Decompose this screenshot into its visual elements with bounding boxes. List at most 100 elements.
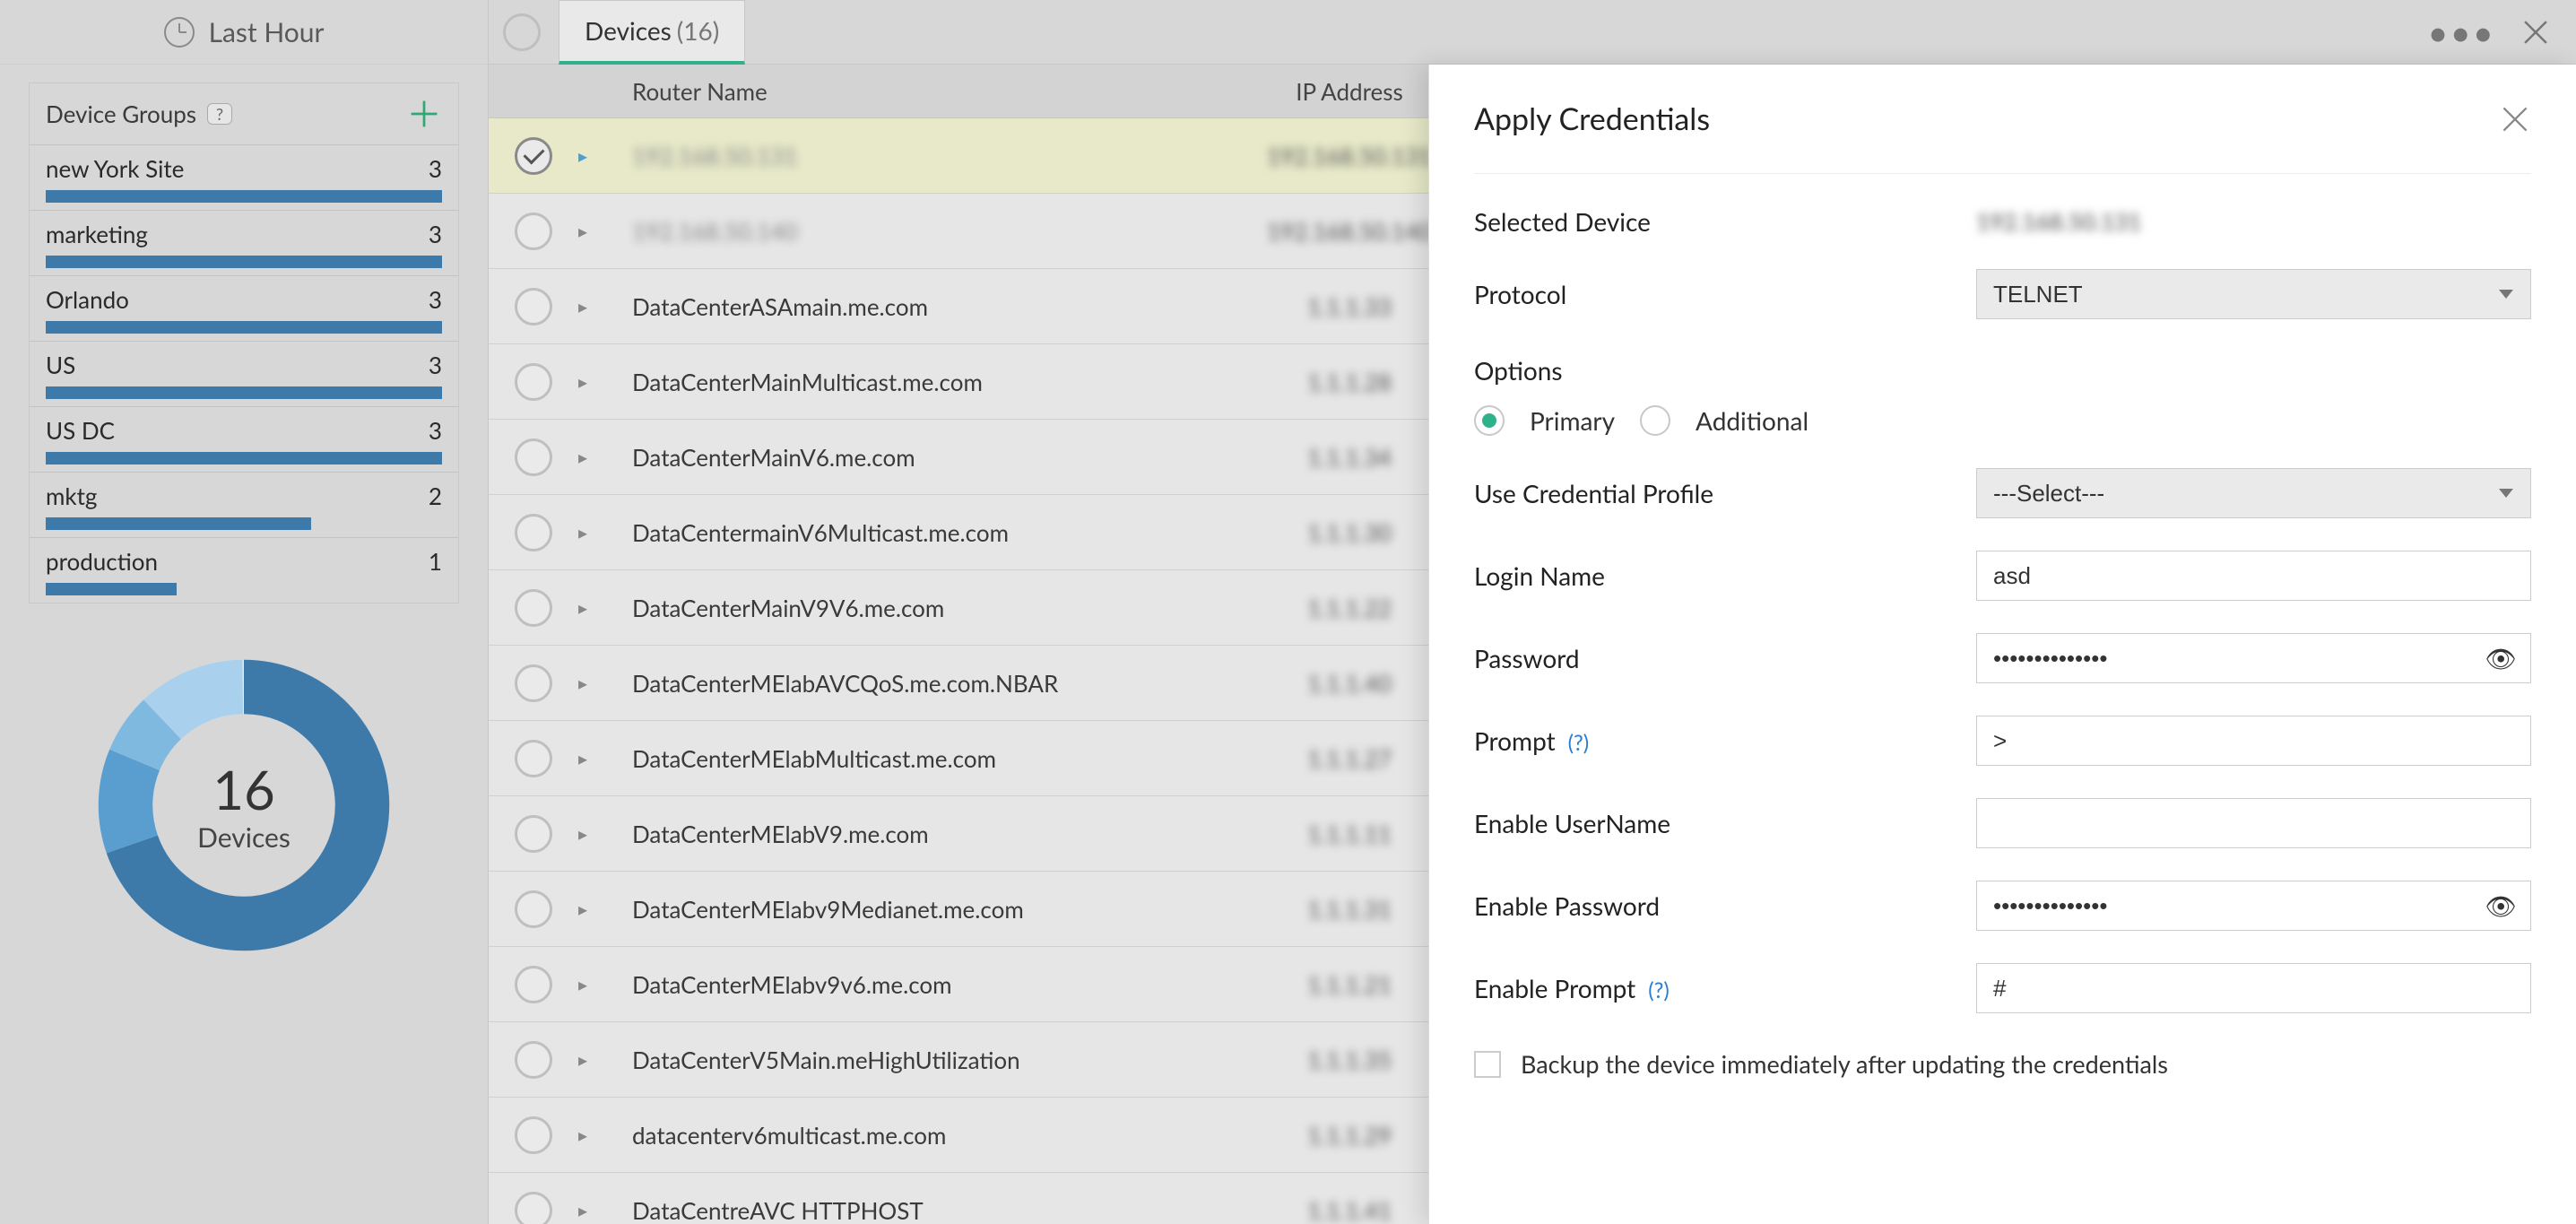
expand-icon[interactable]: ▸ bbox=[578, 296, 614, 317]
options-label: Options bbox=[1474, 355, 2531, 386]
help-icon[interactable]: ? bbox=[207, 103, 232, 125]
group-bar bbox=[46, 452, 442, 464]
group-name: production bbox=[46, 547, 158, 576]
row-checkbox[interactable] bbox=[515, 589, 552, 627]
router-name: DataCenterMElabv9Medianet.me.com bbox=[614, 895, 1188, 924]
enable-prompt-input[interactable] bbox=[1976, 963, 2531, 1013]
expand-icon[interactable]: ▸ bbox=[578, 447, 614, 468]
device-group-item[interactable]: US 3 bbox=[30, 341, 458, 406]
plus-icon bbox=[408, 98, 440, 130]
group-name: Orlando bbox=[46, 285, 129, 314]
enable-prompt-label: Enable Prompt bbox=[1474, 973, 1635, 1003]
router-name: 192.168.50.140 bbox=[614, 217, 1188, 246]
protocol-select[interactable]: TELNET bbox=[1976, 269, 2531, 319]
row-checkbox[interactable] bbox=[515, 514, 552, 551]
prompt-input[interactable] bbox=[1976, 716, 2531, 766]
row-checkbox[interactable] bbox=[515, 1116, 552, 1154]
expand-icon[interactable]: ▸ bbox=[578, 974, 614, 995]
row-checkbox[interactable] bbox=[515, 213, 552, 250]
router-name: DataCentreAVC HTTPHOST bbox=[614, 1196, 1188, 1224]
close-tab-button[interactable] bbox=[2520, 17, 2551, 48]
group-count: 3 bbox=[429, 351, 442, 379]
row-checkbox[interactable] bbox=[515, 1192, 552, 1224]
enable-password-input[interactable] bbox=[1976, 881, 2531, 931]
expand-icon[interactable]: ▸ bbox=[578, 1124, 614, 1146]
row-checkbox[interactable] bbox=[515, 137, 552, 175]
option-additional-radio[interactable] bbox=[1640, 405, 1670, 436]
group-name: marketing bbox=[46, 220, 148, 248]
backup-label: Backup the device immediately after upda… bbox=[1521, 1049, 2168, 1079]
option-additional-label: Additional bbox=[1696, 405, 1808, 436]
row-checkbox[interactable] bbox=[515, 890, 552, 928]
router-name: DataCenterV5Main.meHighUtilization bbox=[614, 1046, 1188, 1074]
time-scope-label: Last Hour bbox=[209, 16, 325, 48]
eye-icon[interactable]: 👁 bbox=[2485, 643, 2517, 674]
device-group-item[interactable]: mktg2 bbox=[30, 472, 458, 537]
more-menu-icon[interactable]: ••• bbox=[2427, 14, 2495, 50]
row-checkbox[interactable] bbox=[515, 288, 552, 326]
row-checkbox[interactable] bbox=[515, 363, 552, 401]
group-count: 3 bbox=[429, 220, 442, 248]
router-name: DataCenterMElabMulticast.me.com bbox=[614, 744, 1188, 773]
drawer-title: Apply Credentials bbox=[1474, 100, 1710, 137]
router-name: DataCenterMainV9V6.me.com bbox=[614, 594, 1188, 622]
group-count: 3 bbox=[429, 285, 442, 314]
device-group-item[interactable]: US DC3 bbox=[30, 406, 458, 472]
device-group-item[interactable]: production1 bbox=[30, 537, 458, 603]
credential-profile-label: Use Credential Profile bbox=[1474, 478, 1940, 508]
col-router-name[interactable]: Router Name bbox=[614, 77, 1188, 106]
row-checkbox[interactable] bbox=[515, 740, 552, 777]
expand-icon[interactable]: ▸ bbox=[578, 597, 614, 619]
group-bar bbox=[46, 386, 442, 399]
expand-icon[interactable]: ▸ bbox=[578, 1200, 614, 1221]
expand-icon[interactable]: ▸ bbox=[578, 748, 614, 769]
row-checkbox[interactable] bbox=[515, 966, 552, 1003]
device-group-item[interactable]: new York Site3 bbox=[30, 144, 458, 210]
row-checkbox[interactable] bbox=[515, 1041, 552, 1079]
tab-devices[interactable]: Devices (16) bbox=[559, 0, 745, 65]
add-group-button[interactable] bbox=[406, 96, 442, 132]
clock-icon bbox=[164, 17, 195, 48]
expand-icon[interactable]: ▸ bbox=[578, 673, 614, 694]
router-name: DataCentermainV6Multicast.me.com bbox=[614, 518, 1188, 547]
enable-username-input[interactable] bbox=[1976, 798, 2531, 848]
expand-icon[interactable]: ▸ bbox=[578, 522, 614, 543]
prompt-help-icon[interactable]: (?) bbox=[1568, 730, 1590, 756]
eye-icon[interactable]: 👁 bbox=[2485, 890, 2517, 922]
drawer-close-button[interactable] bbox=[2499, 103, 2531, 135]
row-checkbox[interactable] bbox=[515, 664, 552, 702]
option-primary-radio[interactable] bbox=[1474, 405, 1505, 436]
protocol-label: Protocol bbox=[1474, 279, 1940, 309]
group-name: mktg bbox=[46, 482, 97, 510]
group-bar bbox=[46, 190, 442, 203]
time-scope[interactable]: Last Hour bbox=[0, 0, 488, 65]
row-checkbox[interactable] bbox=[515, 815, 552, 853]
selected-device-label: Selected Device bbox=[1474, 206, 1940, 237]
devices-donut[interactable]: 16 Devices bbox=[96, 657, 392, 953]
row-checkbox[interactable] bbox=[515, 438, 552, 476]
login-name-input[interactable] bbox=[1976, 551, 2531, 601]
select-all-checkbox[interactable] bbox=[503, 13, 541, 51]
group-name: US bbox=[46, 351, 75, 379]
password-input[interactable] bbox=[1976, 633, 2531, 683]
group-bar bbox=[46, 256, 442, 268]
expand-icon[interactable]: ▸ bbox=[578, 371, 614, 393]
login-name-label: Login Name bbox=[1474, 560, 1940, 591]
device-group-item[interactable]: Orlando 3 bbox=[30, 275, 458, 341]
expand-icon[interactable]: ▸ bbox=[578, 221, 614, 242]
expand-icon[interactable]: ▸ bbox=[578, 145, 614, 167]
enable-prompt-help-icon[interactable]: (?) bbox=[1648, 977, 1670, 1003]
expand-icon[interactable]: ▸ bbox=[578, 898, 614, 920]
prompt-label: Prompt bbox=[1474, 725, 1556, 756]
apply-credentials-drawer: Apply Credentials Selected Device 192.16… bbox=[1428, 65, 2576, 1224]
group-bar bbox=[46, 517, 311, 530]
group-count: 3 bbox=[429, 416, 442, 445]
credential-profile-select[interactable]: ---Select--- bbox=[1976, 468, 2531, 518]
enable-username-label: Enable UserName bbox=[1474, 808, 1940, 838]
router-name: DataCenterASAmain.me.com bbox=[614, 292, 1188, 321]
device-group-item[interactable]: marketing 3 bbox=[30, 210, 458, 275]
main: Devices (16) ••• Router Name IP Address … bbox=[489, 0, 2576, 1224]
expand-icon[interactable]: ▸ bbox=[578, 823, 614, 845]
backup-checkbox[interactable] bbox=[1474, 1051, 1501, 1078]
expand-icon[interactable]: ▸ bbox=[578, 1049, 614, 1071]
